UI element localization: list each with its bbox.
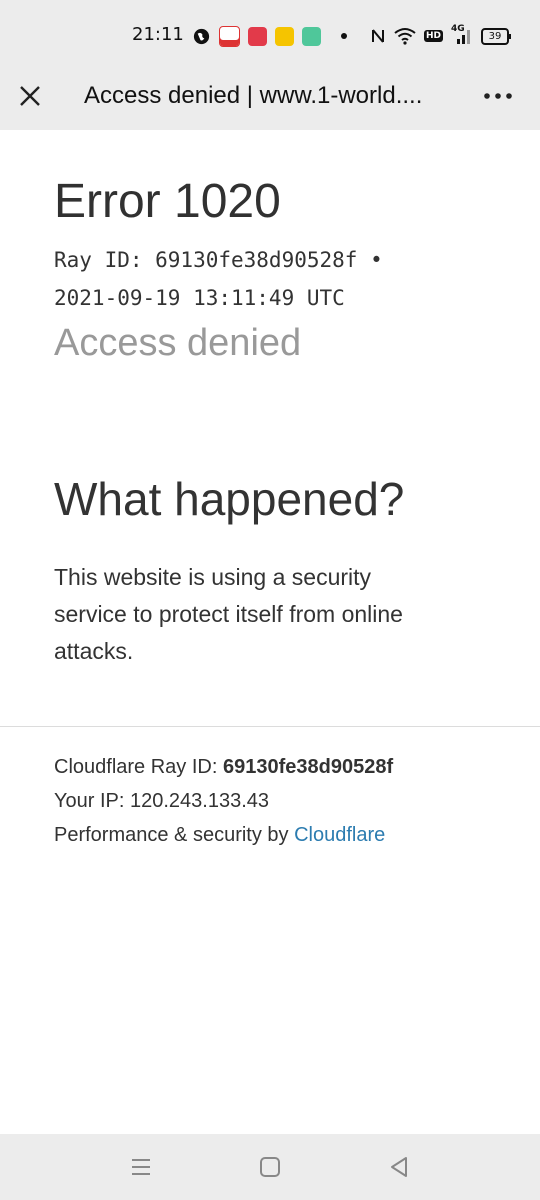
footer-performance: Performance & security by Cloudflare bbox=[54, 824, 385, 847]
what-happened-heading: What happened? bbox=[54, 473, 405, 525]
status-time: 21:11 bbox=[132, 24, 184, 45]
app-icon-game bbox=[275, 26, 294, 46]
ray-id-line: Ray ID: 69130fe38d90528f • bbox=[54, 248, 383, 272]
app-icon-video bbox=[248, 26, 267, 46]
menu-icon[interactable] bbox=[128, 1154, 154, 1180]
home-icon[interactable] bbox=[257, 1154, 283, 1180]
timestamp-line: 2021-09-19 13:11:49 UTC bbox=[54, 286, 345, 310]
footer-ip: Your IP: 120.243.133.43 bbox=[54, 790, 269, 813]
app-icon-blue bbox=[219, 25, 240, 47]
error-subtitle: Access denied bbox=[54, 322, 302, 364]
globe-icon bbox=[193, 28, 210, 44]
battery-indicator: 39 bbox=[481, 27, 512, 45]
ray-id-value: 69130fe38d90528f bbox=[222, 756, 394, 778]
description-line: This website is using a security bbox=[54, 564, 372, 590]
back-icon[interactable] bbox=[386, 1154, 412, 1180]
signal-icon: 4G bbox=[451, 24, 473, 45]
system-indicators: HD 4G 39 bbox=[370, 24, 512, 48]
system-nav-bar bbox=[0, 1134, 540, 1200]
page-title: Access denied | www.1-world.... bbox=[84, 82, 423, 109]
wifi-icon bbox=[394, 28, 416, 45]
hd-badge: HD bbox=[424, 30, 444, 42]
ray-id-label: Cloudflare Ray ID: bbox=[54, 756, 223, 778]
ip-label: Your IP: bbox=[54, 790, 130, 812]
cloudflare-link[interactable]: Cloudflare bbox=[294, 824, 385, 846]
browser-toolbar: Access denied | www.1-world.... bbox=[0, 66, 540, 130]
more-notifications-dot bbox=[341, 33, 347, 39]
description-line: attacks. bbox=[54, 638, 134, 664]
nfc-icon bbox=[372, 29, 384, 43]
app-icon-green bbox=[302, 26, 321, 46]
performance-label: Performance & security by bbox=[54, 824, 295, 846]
close-icon[interactable] bbox=[14, 80, 46, 112]
more-vert-icon[interactable] bbox=[478, 82, 518, 110]
divider bbox=[0, 726, 540, 727]
notification-icons bbox=[192, 24, 347, 48]
footer-ray-id: Cloudflare Ray ID: 69130fe38d90528f bbox=[54, 756, 393, 779]
error-heading: Error 1020 bbox=[54, 175, 281, 228]
description-line: service to protect itself from online bbox=[54, 601, 403, 627]
status-bar: 21:11 HD 4G 39 bbox=[0, 0, 540, 66]
ip-value: 120.243.133.43 bbox=[129, 790, 270, 812]
